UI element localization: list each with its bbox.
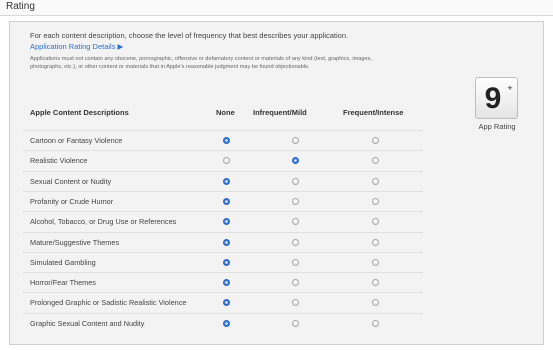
radio-infrequent-mild[interactable] [292, 299, 299, 307]
table-row: Prolonged Graphic or Sadistic Realistic … [23, 292, 423, 313]
radio-frequent-intense[interactable] [372, 177, 379, 185]
app-rating-badge: 9 + [475, 77, 518, 119]
radio-none[interactable] [223, 157, 230, 165]
radio-frequent-intense[interactable] [372, 238, 379, 246]
radio-none[interactable] [223, 279, 230, 287]
rating-details-link[interactable]: Application Rating Details ▶ [30, 42, 123, 52]
radio-none[interactable] [223, 177, 230, 185]
radio-none[interactable] [223, 319, 230, 327]
column-header-infrequent-mild: Infrequent/Mild [253, 108, 307, 117]
row-label: Simulated Gambling [30, 257, 96, 267]
radio-infrequent-mild[interactable] [292, 218, 299, 226]
row-label: Realistic Violence [30, 156, 88, 166]
row-label: Horror/Fear Themes [30, 278, 96, 288]
radio-infrequent-mild[interactable] [292, 279, 299, 287]
radio-infrequent-mild[interactable] [292, 258, 299, 266]
row-label: Prolonged Graphic or Sadistic Realistic … [30, 298, 187, 308]
intro-text: For each content description, choose the… [30, 31, 349, 40]
rating-badge-graphic: 9 + [485, 82, 513, 115]
row-label: Mature/Suggestive Themes [30, 237, 120, 247]
rating-plus-sign: + [507, 83, 512, 93]
radio-infrequent-mild[interactable] [292, 197, 299, 205]
disclaimer-text: Applications must not contain any obscen… [30, 56, 372, 70]
radio-frequent-intense[interactable] [372, 319, 379, 327]
radio-infrequent-mild[interactable] [292, 238, 299, 246]
radio-frequent-intense[interactable] [372, 258, 379, 266]
column-header-none: None [216, 108, 235, 117]
table-row: Cartoon or Fantasy Violence [23, 130, 423, 151]
table-row: Simulated Gambling [23, 251, 423, 273]
table-row: Profanity or Crude Humor [23, 190, 423, 212]
table-row: Realistic Violence [23, 150, 423, 171]
table-row: Sexual Content or Nudity [23, 170, 423, 192]
row-label: Graphic Sexual Content and Nudity [30, 318, 145, 328]
radio-none[interactable] [223, 137, 230, 144]
radio-infrequent-mild[interactable] [292, 157, 299, 165]
radio-frequent-intense[interactable] [372, 279, 379, 287]
radio-frequent-intense[interactable] [372, 197, 379, 205]
radio-none[interactable] [223, 218, 230, 226]
radio-none[interactable] [223, 299, 230, 307]
radio-frequent-intense[interactable] [372, 218, 379, 226]
rating-number: 9 [485, 82, 502, 115]
radio-none[interactable] [223, 258, 230, 266]
row-label: Profanity or Crude Humor [30, 196, 114, 206]
radio-infrequent-mild[interactable] [292, 137, 299, 144]
radio-none[interactable] [223, 197, 230, 205]
table-row: Horror/Fear Themes [23, 272, 423, 293]
radio-frequent-intense[interactable] [372, 299, 379, 307]
table-row: Alcohol, Tobacco, or Drug Use or Referen… [23, 211, 423, 232]
row-label: Cartoon or Fantasy Violence [30, 136, 123, 145]
section-title: Rating [0, 0, 553, 16]
radio-none[interactable] [223, 238, 230, 246]
table-row: Mature/Suggestive Themes [23, 231, 423, 253]
radio-infrequent-mild[interactable] [292, 319, 299, 327]
radio-frequent-intense[interactable] [372, 137, 379, 144]
app-rating-label: App Rating [478, 122, 516, 131]
row-label: Sexual Content or Nudity [30, 176, 112, 186]
table-row: Graphic Sexual Content and Nudity [23, 312, 423, 334]
radio-frequent-intense[interactable] [372, 157, 379, 165]
row-label: Alcohol, Tobacco, or Drug Use or Referen… [30, 217, 177, 227]
column-header-descriptions: Apple Content Descriptions [30, 108, 129, 117]
column-header-frequent-intense: Frequent/Intense [343, 108, 404, 117]
radio-infrequent-mild[interactable] [292, 177, 299, 185]
